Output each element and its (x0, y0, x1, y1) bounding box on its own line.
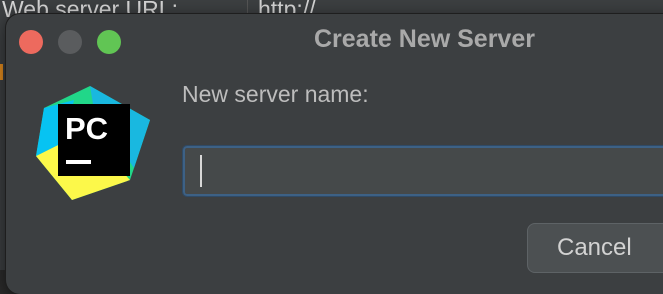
cancel-button[interactable]: Cancel (527, 223, 663, 273)
zoom-window-button[interactable] (97, 30, 121, 54)
create-server-dialog: Create New Server PC New server name: Ca… (6, 14, 663, 294)
close-window-button[interactable] (19, 30, 43, 54)
logo-underline (66, 160, 91, 164)
server-name-input[interactable] (182, 145, 663, 197)
dialog-title: Create New Server (314, 25, 535, 53)
server-name-label: New server name: (182, 81, 369, 107)
minimize-window-button[interactable] (58, 30, 82, 54)
logo-text: PC (65, 111, 108, 146)
text-caret (200, 155, 202, 187)
background-accent (0, 64, 3, 80)
pycharm-logo-icon: PC (36, 86, 150, 200)
title-bar: Create New Server (6, 14, 663, 68)
